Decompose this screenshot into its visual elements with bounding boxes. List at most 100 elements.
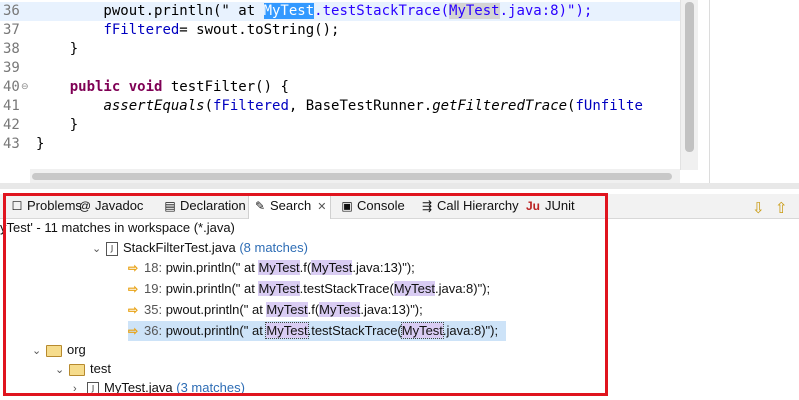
code-text: pwout.println(" at MyTest.testStackTrace… — [36, 2, 592, 21]
match-text: .java:13)"); — [352, 260, 415, 275]
package-label: test — [90, 361, 111, 376]
code-text: public void testFilter() { — [36, 78, 289, 97]
code-token: getFilteredTrace — [432, 98, 568, 114]
code-line[interactable]: 40 ⊖ public void testFilter() { — [0, 78, 680, 97]
code-token: .java:8)"); — [499, 3, 593, 19]
match-text: .java:8)"); — [442, 323, 499, 338]
call-hierarchy-icon: ⇶ — [421, 199, 433, 213]
previous-match-icon[interactable]: ⇧ — [775, 199, 788, 217]
code-line[interactable]: 36 pwout.println(" at MyTest.testStackTr… — [0, 2, 680, 21]
tree-item-test[interactable]: ⌄ test — [55, 359, 111, 379]
match-row[interactable]: ⇨ 18: pwin.println(" at MyTest.f(MyTest.j… — [128, 258, 415, 278]
declaration-icon: ▤ — [164, 199, 176, 213]
line-number: 42 — [3, 117, 20, 133]
match-text: pwout.println(" at — [165, 302, 267, 317]
folder-icon — [69, 363, 85, 376]
code-token: MyTest — [449, 3, 500, 19]
match-count: (8 matches) — [239, 240, 308, 255]
code-token: = swout.toString(); — [179, 22, 340, 38]
code-token: .testStackTrace( — [314, 3, 450, 19]
line-number: 37 — [3, 22, 20, 38]
file-name: StackFilterTest.java — [123, 240, 236, 255]
tab-label: Call Hierarchy — [437, 198, 519, 213]
code-line[interactable]: 38 } — [0, 40, 680, 59]
tab-call-hierarchy[interactable]: ⇶ Call Hierarchy — [420, 194, 519, 218]
fold-icon[interactable]: ⊖ — [21, 82, 29, 92]
search-status: yTest' - 11 matches in workspace (*.java… — [0, 220, 235, 235]
close-icon[interactable]: ✕ — [317, 201, 326, 213]
code-text: fFiltered= swout.toString(); — [36, 21, 339, 40]
match-text: pwin.println(" at — [165, 260, 259, 275]
match-arrow-icon: ⇨ — [128, 261, 139, 275]
code-token: fFiltered — [103, 22, 180, 38]
code-token: public void — [69, 79, 163, 95]
chevron-down-icon[interactable]: ⌄ — [32, 341, 46, 361]
match-arrow-icon: ⇨ — [128, 324, 139, 338]
tab-search[interactable]: ✎ Search ✕ — [248, 193, 332, 219]
tab-label: Search — [270, 198, 312, 213]
match-text: .java:8)"); — [434, 281, 491, 296]
tab-console[interactable]: ▣ Console — [340, 194, 405, 218]
match-highlight: MyTest — [393, 281, 435, 296]
console-icon: ▣ — [341, 199, 353, 213]
code-line[interactable]: 41 assertEquals(fFiltered, BaseTestRunne… — [0, 97, 680, 116]
editor-horizontal-scrollbar[interactable] — [30, 169, 680, 183]
match-line-number: 36: — [144, 323, 163, 338]
tab-problems[interactable]: ☐ Problems — [10, 194, 82, 218]
match-text: pwout.println(" at — [165, 323, 267, 338]
match-highlight: MyTest — [258, 281, 300, 296]
code-line[interactable]: 42 } — [0, 116, 680, 135]
outline-pane — [709, 0, 799, 183]
code-line[interactable]: 37 fFiltered= swout.toString(); — [0, 21, 680, 40]
tree-item-stackfiltertest[interactable]: ⌄ J StackFilterTest.java (8 matches) — [92, 238, 308, 258]
tab-junit[interactable]: Ju JUnit — [524, 194, 575, 218]
line-number: 36 — [3, 3, 20, 19]
chevron-down-icon[interactable]: ⌄ — [92, 239, 106, 259]
junit-icon: Ju — [525, 199, 540, 213]
next-match-icon[interactable]: ⇩ — [752, 199, 765, 217]
line-number: 39 — [3, 60, 20, 76]
line-number: 40 — [3, 79, 20, 95]
code-text: } — [36, 116, 78, 135]
match-row[interactable]: ⇨ 19: pwin.println(" at MyTest.testStackT… — [128, 279, 490, 299]
tab-label: JUnit — [545, 198, 575, 213]
code-token: fUnfilte — [575, 98, 643, 114]
match-highlight: MyTest — [319, 302, 361, 317]
code-token: , BaseTestRunner. — [288, 98, 433, 114]
tab-label: Problems — [27, 198, 82, 213]
code-editor[interactable]: 36 pwout.println(" at MyTest.testStackTr… — [0, 0, 700, 183]
chevron-right-icon[interactable]: › — [73, 379, 87, 399]
match-line-number: 18: — [144, 260, 163, 275]
tab-javadoc[interactable]: @ Javadoc — [78, 194, 144, 218]
match-text: .java:13)"); — [360, 302, 423, 317]
javadoc-icon: @ — [78, 199, 92, 213]
code-line[interactable]: 39 — [0, 59, 680, 78]
match-text: .f( — [307, 302, 320, 317]
match-arrow-icon: ⇨ — [128, 303, 139, 317]
match-line-number: 19: — [144, 281, 163, 296]
problems-icon: ☐ — [11, 199, 23, 213]
tab-label: Console — [357, 198, 405, 213]
match-text: .f( — [299, 260, 312, 275]
match-text: pwin.println(" at — [165, 281, 259, 296]
file-name: MyTest.java — [104, 380, 173, 395]
code-line[interactable]: 43} — [0, 135, 680, 154]
folder-icon — [46, 344, 62, 357]
match-row[interactable]: ⇨ 36: pwout.println(" at MyTest.testStack… — [128, 321, 506, 341]
match-highlight: MyTest — [400, 322, 444, 339]
tree-item-mytest[interactable]: › J MyTest.java (3 matches) — [73, 378, 245, 398]
code-token: } — [36, 136, 45, 152]
chevron-down-icon[interactable]: ⌄ — [55, 360, 69, 380]
code-token: ( — [204, 98, 214, 114]
tab-declaration[interactable]: ▤ Declaration — [163, 194, 245, 218]
editor-vertical-scrollbar[interactable] — [680, 0, 698, 170]
match-line-number: 35: — [144, 302, 163, 317]
code-text: } — [36, 40, 78, 59]
tree-item-org[interactable]: ⌄ org — [32, 340, 86, 360]
code-token: pwout.println(" at — [36, 3, 264, 19]
search-icon: ✎ — [254, 199, 266, 213]
match-row[interactable]: ⇨ 35: pwout.println(" at MyTest.f(MyTest.… — [128, 300, 423, 320]
